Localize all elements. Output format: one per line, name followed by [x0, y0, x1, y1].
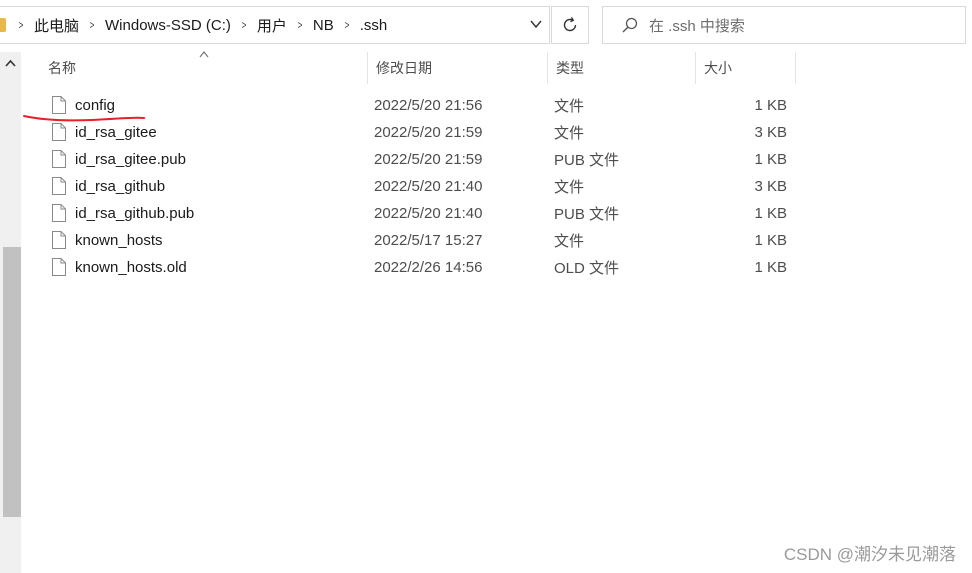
- file-size: 3 KB: [754, 124, 787, 141]
- file-name[interactable]: id_rsa_github: [75, 178, 165, 195]
- file-date: 2022/5/20 21:59: [374, 124, 483, 141]
- file-row-id-rsa-github-pub[interactable]: id_rsa_github.pub 2022/5/20 21:40 PUB 文件…: [22, 200, 802, 227]
- refresh-button[interactable]: [551, 6, 589, 44]
- chevron-right-icon[interactable]: >: [294, 18, 307, 32]
- chevron-down-icon[interactable]: [529, 17, 543, 31]
- file-type: PUB 文件: [554, 206, 620, 223]
- chevron-up-icon: [5, 59, 16, 67]
- column-headers: 名称 修改日期 类型 大小: [22, 51, 972, 86]
- file-icon: [52, 150, 66, 168]
- column-header-type-label: 类型: [556, 60, 584, 76]
- column-header-size-label: 大小: [704, 60, 732, 76]
- navigation-pane-scrollbar[interactable]: [0, 52, 21, 573]
- file-size: 1 KB: [754, 259, 787, 276]
- file-icon: [52, 204, 66, 222]
- breadcrumb-drive[interactable]: Windows-SSD (C:): [101, 17, 235, 34]
- search-box[interactable]: 在 .ssh 中搜索: [602, 6, 966, 44]
- file-type: OLD 文件: [554, 260, 620, 277]
- file-name[interactable]: id_rsa_gitee.pub: [75, 151, 186, 168]
- file-type: 文件: [554, 98, 585, 115]
- folder-icon: [0, 18, 6, 32]
- file-date: 2022/5/20 21:40: [374, 178, 483, 195]
- file-size: 3 KB: [754, 178, 787, 195]
- column-header-name-label: 名称: [48, 60, 76, 76]
- file-type: 文件: [554, 125, 585, 142]
- column-header-date-label: 修改日期: [376, 60, 432, 76]
- chevron-right-icon[interactable]: >: [340, 18, 353, 32]
- watermark: CSDN @潮汐未见潮落: [783, 545, 956, 564]
- file-row-known-hosts-old[interactable]: known_hosts.old 2022/2/26 14:56 OLD 文件 1…: [22, 254, 802, 281]
- file-name[interactable]: id_rsa_github.pub: [75, 205, 194, 222]
- file-row-id-rsa-github[interactable]: id_rsa_github 2022/5/20 21:40 文件 3 KB: [22, 173, 802, 200]
- file-type: 文件: [554, 233, 585, 250]
- file-name[interactable]: known_hosts.old: [75, 259, 187, 276]
- column-header-name[interactable]: 名称: [40, 52, 368, 84]
- file-date: 2022/2/26 14:56: [374, 259, 483, 276]
- file-size: 1 KB: [754, 97, 787, 114]
- file-date: 2022/5/17 15:27: [374, 232, 483, 249]
- column-header-type[interactable]: 类型: [548, 52, 696, 84]
- red-underline-annotation: [23, 115, 145, 122]
- file-date: 2022/5/20 21:56: [374, 97, 483, 114]
- file-name[interactable]: known_hosts: [75, 232, 163, 249]
- file-icon: [52, 177, 66, 195]
- file-icon: [52, 231, 66, 249]
- file-type: 文件: [554, 179, 585, 196]
- file-icon: [52, 258, 66, 276]
- column-header-date[interactable]: 修改日期: [368, 52, 548, 84]
- chevron-right-icon[interactable]: >: [238, 18, 251, 32]
- file-row-id-rsa-gitee-pub[interactable]: id_rsa_gitee.pub 2022/5/20 21:59 PUB 文件 …: [22, 146, 802, 173]
- search-input[interactable]: 在 .ssh 中搜索: [649, 15, 745, 36]
- scroll-up-button[interactable]: [0, 52, 21, 74]
- breadcrumb-users[interactable]: 用户: [253, 15, 291, 36]
- navigation-bar: > 此电脑 > Windows-SSD (C:) > 用户 > NB > .ss…: [0, 0, 972, 52]
- column-header-size[interactable]: 大小: [696, 52, 796, 84]
- address-bar[interactable]: > 此电脑 > Windows-SSD (C:) > 用户 > NB > .ss…: [0, 6, 550, 44]
- file-date: 2022/5/20 21:59: [374, 151, 483, 168]
- file-name[interactable]: id_rsa_gitee: [75, 124, 157, 141]
- breadcrumb-this-pc[interactable]: 此电脑: [30, 15, 83, 36]
- file-size: 1 KB: [754, 205, 787, 222]
- file-date: 2022/5/20 21:40: [374, 205, 483, 222]
- chevron-right-icon[interactable]: >: [86, 18, 99, 32]
- refresh-icon: [563, 17, 577, 32]
- file-size: 1 KB: [754, 232, 787, 249]
- scrollbar-thumb[interactable]: [3, 247, 21, 517]
- file-type: PUB 文件: [554, 152, 620, 169]
- breadcrumb-user-nb[interactable]: NB: [309, 17, 338, 34]
- breadcrumb-ssh[interactable]: .ssh: [356, 17, 392, 34]
- file-row-known-hosts[interactable]: known_hosts 2022/5/17 15:27 文件 1 KB: [22, 227, 802, 254]
- file-size: 1 KB: [754, 151, 787, 168]
- chevron-right-icon[interactable]: >: [15, 18, 28, 32]
- search-icon: [622, 17, 638, 33]
